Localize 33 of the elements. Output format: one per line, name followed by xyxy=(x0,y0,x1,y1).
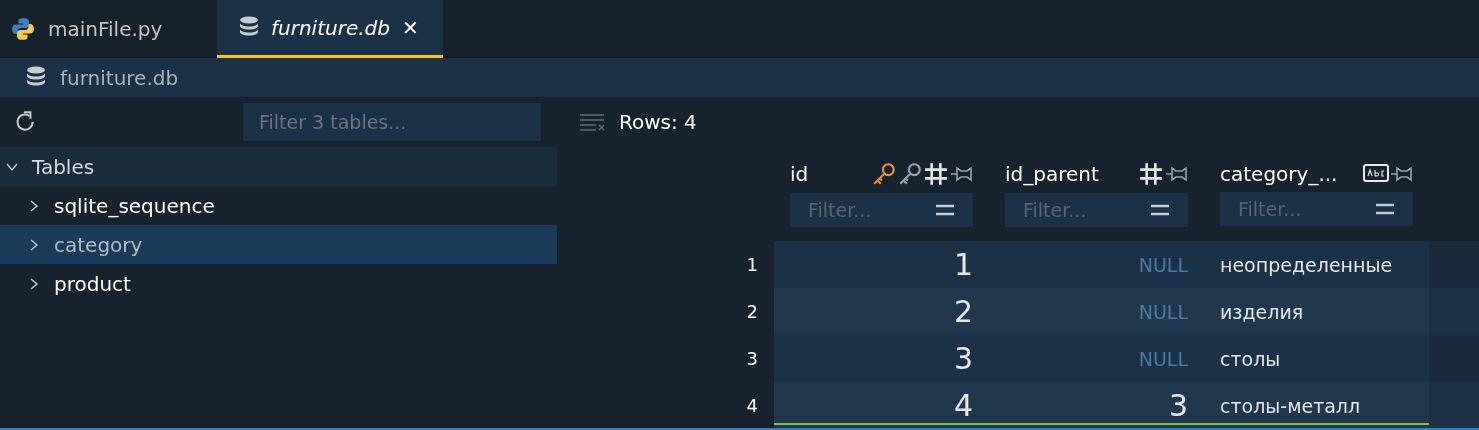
row-number: 2 xyxy=(746,301,758,322)
row-number: 3 xyxy=(746,348,758,369)
row-number: 4 xyxy=(746,395,758,416)
column-header[interactable]: category_... xyxy=(1220,162,1338,186)
column-header[interactable]: id_parent xyxy=(1005,162,1099,186)
row-count: Rows: 4 xyxy=(619,110,697,134)
table-cell[interactable]: 3 xyxy=(1168,388,1188,423)
equals-icon[interactable] xyxy=(1150,203,1170,217)
editor-tab[interactable]: mainFile.py xyxy=(0,0,217,58)
row-number: 1 xyxy=(746,254,758,275)
table-cell[interactable]: 2 xyxy=(953,294,973,329)
equals-icon[interactable] xyxy=(935,203,955,217)
column-header[interactable]: id xyxy=(790,162,809,186)
tree-item[interactable]: category xyxy=(0,225,557,264)
table-cell[interactable]: 4 xyxy=(953,388,973,423)
tree-item[interactable]: product xyxy=(0,264,557,303)
chevron-right-icon xyxy=(28,277,40,290)
chevron-right-icon xyxy=(28,238,40,251)
tab-label[interactable]: furniture.db xyxy=(271,15,390,40)
chevron-right-icon xyxy=(28,199,40,212)
tab-label[interactable]: mainFile.py xyxy=(48,17,163,41)
filter-field[interactable]: Filter 3 tables... xyxy=(243,103,541,141)
table-cell[interactable]: 1 xyxy=(953,247,973,282)
equals-icon[interactable] xyxy=(1375,202,1395,216)
table-cell[interactable]: изделия xyxy=(1220,300,1304,323)
close-icon[interactable]: ✕ xyxy=(401,15,419,40)
tree-item[interactable]: sqlite_sequence xyxy=(0,186,557,225)
table-cell[interactable]: столы xyxy=(1220,347,1281,370)
breadcrumb[interactable]: furniture.db xyxy=(60,65,179,90)
editor-tab[interactable]: furniture.db ✕ xyxy=(217,0,443,58)
table-cell[interactable]: 3 xyxy=(953,341,973,376)
tree-item[interactable]: Tables xyxy=(0,147,557,186)
python-icon xyxy=(10,16,36,42)
